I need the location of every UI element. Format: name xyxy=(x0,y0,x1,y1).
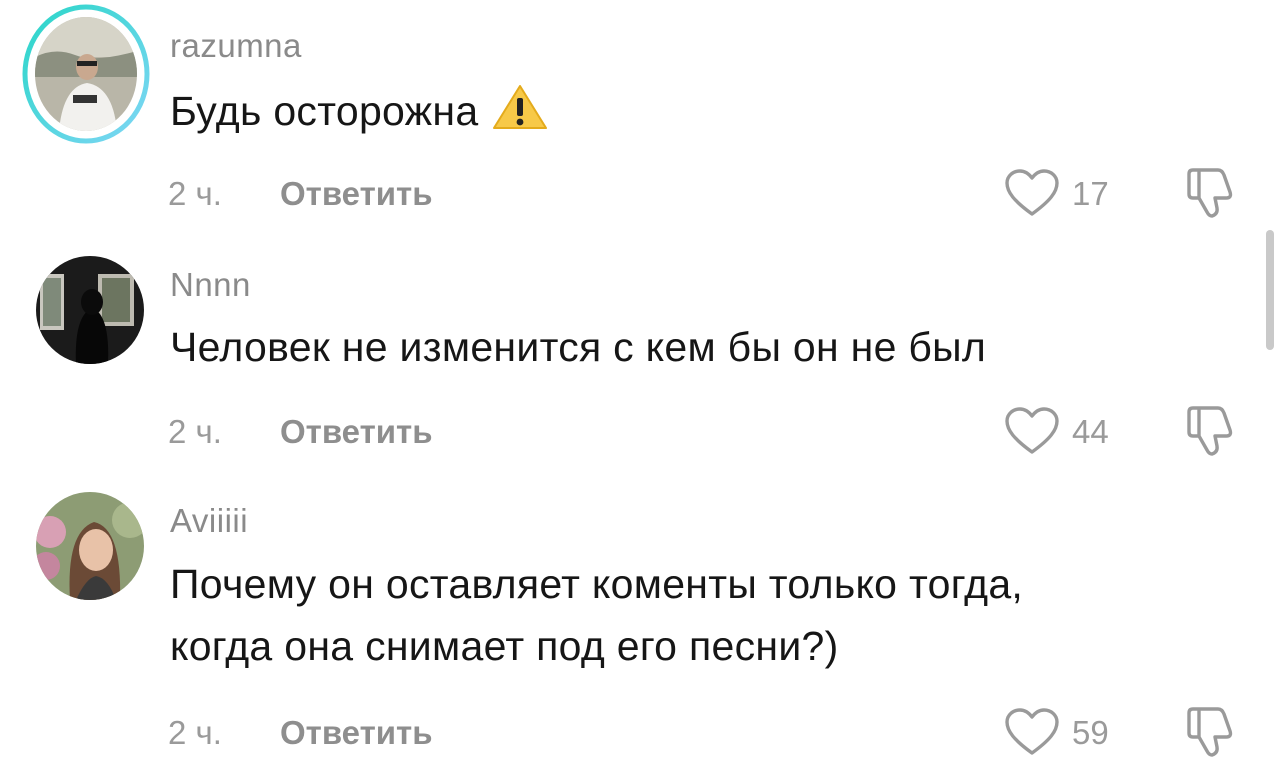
like-count: 17 xyxy=(1072,175,1109,212)
comment-text: Почему он оставляет коменты только тогда… xyxy=(170,553,1023,677)
scrollbar[interactable] xyxy=(1266,230,1274,350)
comment-username[interactable]: Aviiiii xyxy=(170,502,248,540)
comment-item: razumna Будь осторожна 2 ч. Ответить 17 xyxy=(0,0,1284,230)
comment-time: 2 ч. xyxy=(168,413,222,450)
reply-button[interactable]: Ответить xyxy=(280,413,433,451)
comment-text: Человек не изменится с кем бы он не был xyxy=(170,324,987,370)
avatar[interactable] xyxy=(36,492,144,600)
comment-item: Nnnn Человек не изменится с кем бы он не… xyxy=(0,230,1284,470)
reply-button[interactable]: Ответить xyxy=(280,175,433,213)
comment-text: Будь осторожна xyxy=(170,80,548,148)
heart-outline-icon[interactable] xyxy=(1004,168,1060,218)
avatar[interactable] xyxy=(36,256,144,364)
comment-username[interactable]: Nnnn xyxy=(170,266,251,304)
comment-username[interactable]: razumna xyxy=(170,27,302,65)
comment-time: 2 ч. xyxy=(168,175,222,212)
comment-text-line: Почему он оставляет коменты только тогда… xyxy=(170,561,1024,607)
thumbs-down-icon[interactable] xyxy=(1184,705,1238,759)
warning-icon xyxy=(492,83,548,148)
thumbs-down-icon[interactable] xyxy=(1184,404,1238,458)
comment-text-line: когда она снимает под его песни?) xyxy=(170,623,839,669)
heart-outline-icon[interactable] xyxy=(1004,707,1060,757)
like-count: 59 xyxy=(1072,714,1109,751)
avatar[interactable] xyxy=(35,17,137,131)
comment-text-body: Будь осторожна xyxy=(170,88,479,134)
thumbs-down-icon[interactable] xyxy=(1184,166,1238,220)
reply-button[interactable]: Ответить xyxy=(280,714,433,752)
comment-time: 2 ч. xyxy=(168,714,222,751)
like-count: 44 xyxy=(1072,413,1109,450)
heart-outline-icon[interactable] xyxy=(1004,406,1060,456)
comment-item: Aviiiii Почему он оставляет коменты толь… xyxy=(0,470,1284,770)
